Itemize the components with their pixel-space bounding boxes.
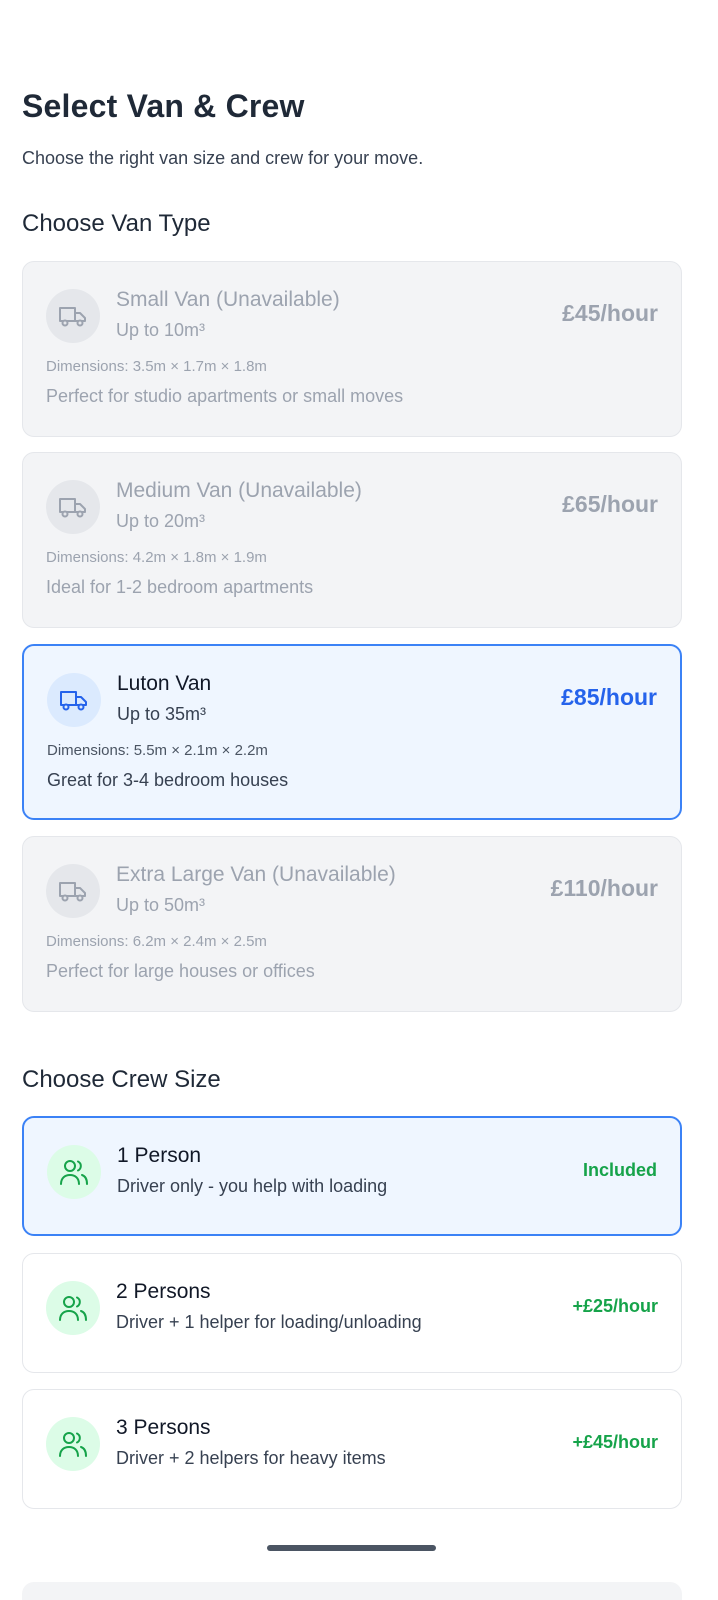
van-option-medium[interactable]: Medium Van (Unavailable) Up to 20m³ Dime…: [22, 452, 682, 628]
van-option-luton[interactable]: Luton Van Up to 35m³ Dimensions: 5.5m × …: [22, 644, 682, 820]
van-price: £65/hour: [562, 491, 658, 517]
crew-price: +£45/hour: [572, 1432, 658, 1452]
van-section-title: Choose Van Type: [22, 210, 211, 237]
van-name: Luton Van: [117, 672, 212, 695]
crew-name: 2 Persons: [116, 1280, 211, 1303]
van-name: Extra Large Van (Unavailable): [116, 863, 396, 886]
crew-price: Included: [582, 1160, 657, 1180]
van-price: £85/hour: [561, 684, 657, 710]
van-capacity: Up to 50m³: [116, 895, 206, 915]
users-icon: [46, 1417, 100, 1471]
crew-description: Driver only - you help with loading: [117, 1176, 388, 1196]
users-icon: [46, 1281, 100, 1335]
home-indicator[interactable]: [267, 1545, 436, 1551]
crew-price: +£25/hour: [572, 1296, 658, 1316]
crew-name: 3 Persons: [116, 1416, 211, 1439]
crew-option-3-persons[interactable]: 3 Persons Driver + 2 helpers for heavy i…: [22, 1389, 682, 1509]
van-price: £110/hour: [550, 875, 658, 901]
van-dimensions: Dimensions: 3.5m × 1.7m × 1.8m: [46, 358, 267, 375]
van-capacity: Up to 10m³: [116, 320, 206, 340]
van-option-small[interactable]: Small Van (Unavailable) Up to 10m³ Dimen…: [22, 261, 682, 437]
users-icon: [47, 1145, 101, 1199]
crew-description: Driver + 1 helper for loading/unloading: [116, 1312, 422, 1332]
van-dimensions: Dimensions: 4.2m × 1.8m × 1.9m: [46, 549, 267, 566]
van-dimensions: Dimensions: 5.5m × 2.1m × 2.2m: [47, 742, 268, 759]
truck-icon: [46, 864, 100, 918]
van-capacity: Up to 35m³: [117, 704, 207, 724]
truck-icon: [47, 673, 101, 727]
bottom-panel-edge: [22, 1582, 682, 1600]
van-price: £45/hour: [562, 300, 658, 326]
truck-icon: [46, 289, 100, 343]
van-description: Perfect for large houses or offices: [46, 961, 315, 981]
crew-option-2-persons[interactable]: 2 Persons Driver + 1 helper for loading/…: [22, 1253, 682, 1373]
van-name: Medium Van (Unavailable): [116, 479, 362, 502]
crew-name: 1 Person: [117, 1144, 202, 1167]
van-description: Perfect for studio apartments or small m…: [46, 386, 404, 406]
crew-option-1-person[interactable]: 1 Person Driver only - you help with loa…: [22, 1116, 682, 1236]
truck-icon: [46, 480, 100, 534]
van-crew-screen: Select Van & Crew Choose the right van s…: [0, 0, 718, 1600]
van-name: Small Van (Unavailable): [116, 288, 340, 311]
page-title: Select Van & Crew: [22, 88, 305, 124]
crew-section-title: Choose Crew Size: [22, 1066, 221, 1093]
page-subtitle: Choose the right van size and crew for y…: [22, 148, 424, 168]
van-description: Great for 3-4 bedroom houses: [47, 770, 289, 790]
van-capacity: Up to 20m³: [116, 511, 206, 531]
van-option-extra-large[interactable]: Extra Large Van (Unavailable) Up to 50m³…: [22, 836, 682, 1012]
crew-description: Driver + 2 helpers for heavy items: [116, 1448, 386, 1468]
van-description: Ideal for 1-2 bedroom apartments: [46, 577, 314, 597]
van-dimensions: Dimensions: 6.2m × 2.4m × 2.5m: [46, 933, 267, 950]
